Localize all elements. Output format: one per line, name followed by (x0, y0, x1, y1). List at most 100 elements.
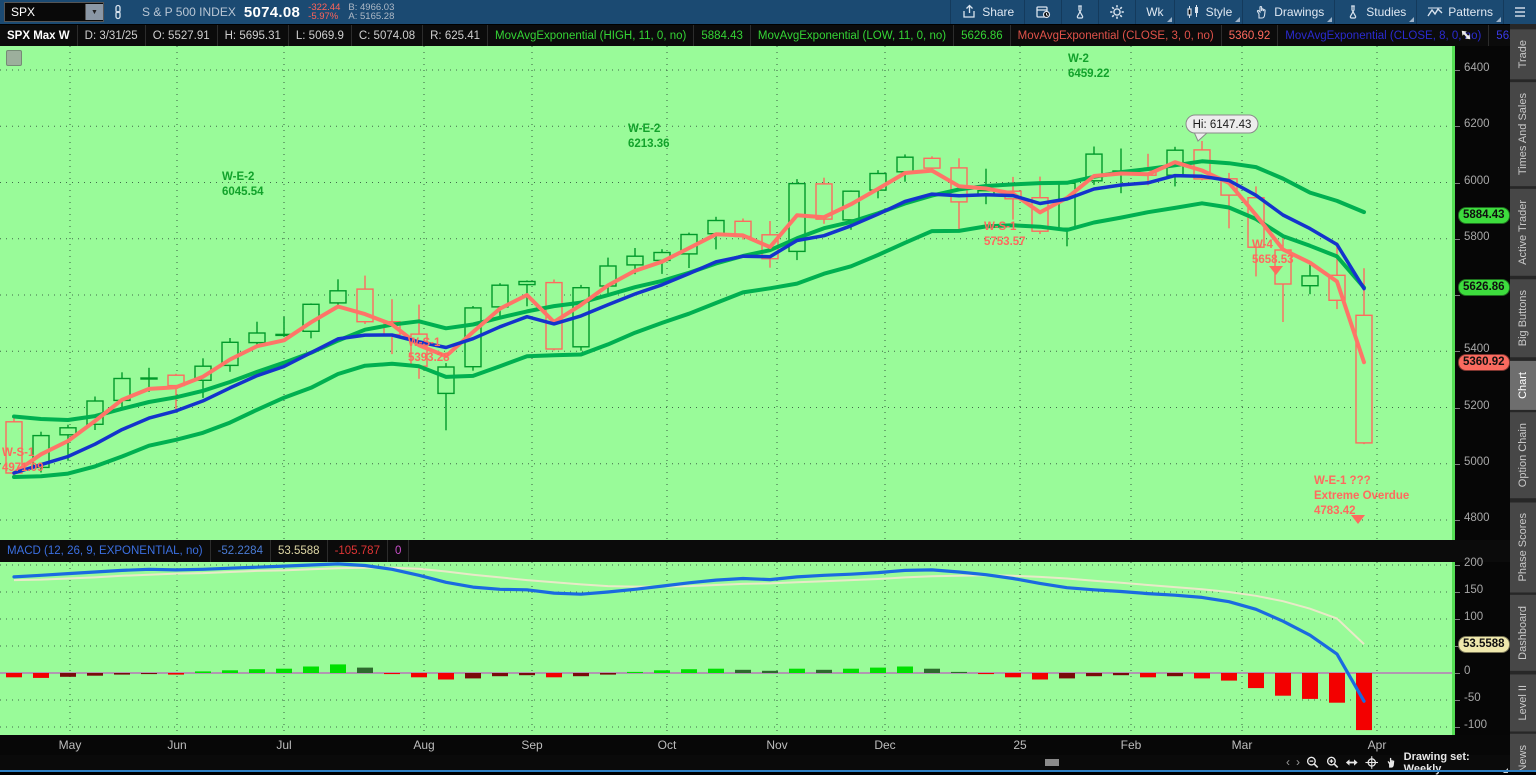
macd-histogram-bar (1194, 673, 1210, 679)
pan-left-button[interactable]: ‹ (1286, 756, 1290, 769)
horizontal-scrollbar-thumb[interactable] (1045, 759, 1059, 766)
axis-tick (1455, 619, 1460, 620)
macd-histogram-bar (114, 673, 130, 675)
symbol-input[interactable]: SPX (5, 5, 85, 19)
dropdown-indicator (1166, 17, 1172, 22)
macd-axis[interactable]: 200150100500-50-10053.5588 (1452, 557, 1513, 735)
study-cells: MovAvgExponential (HIGH, 11, 0, no) 5884.… (488, 25, 1510, 47)
macd-histogram-bar (708, 668, 724, 673)
price-change: -322.44 -5.97% (308, 2, 341, 22)
pan-right-button[interactable]: › (1296, 756, 1300, 769)
time-axis[interactable]: May Jun Jul Aug Sep Oct Nov Dec 25 Feb Mar Apr (0, 735, 1510, 755)
study-name-cell[interactable]: MovAvgExponential (HIGH, 11, 0, no) (488, 25, 695, 47)
macd-value-cell: -105.787 (328, 540, 388, 562)
pan-hand-icon[interactable] (1384, 755, 1398, 770)
time-axis-label: Mar (1231, 738, 1253, 752)
ohlc-cell: R: 625.41 (423, 25, 488, 47)
time-axis-label: Sep (521, 738, 543, 752)
symbol-combo[interactable]: SPX ▼ (4, 2, 104, 22)
sidebar-tab-option-chain[interactable]: Option Chain (1510, 412, 1536, 499)
status-bar: ‹ › Drawing set: Weekly (0, 751, 1510, 775)
study-name-cell[interactable]: MovAvgExponential (CLOSE, 3, 0, no) (1011, 25, 1222, 47)
candle-body (1355, 314, 1373, 444)
axis-tick (1455, 673, 1460, 674)
grid-menu-button[interactable] (1504, 0, 1536, 24)
macd-axis-label: 200 (1464, 557, 1484, 569)
macd-histogram-bar (141, 673, 157, 675)
macd-histogram-bar (168, 673, 184, 675)
sidebar-tab-chart[interactable]: Chart (1510, 360, 1536, 410)
cursor-tool-icon[interactable] (1456, 25, 1476, 45)
price-chart-canvas[interactable]: W-E-2 6045.54 W-E-2 6213.36 W-2 6459.22 W-S-1 5… (0, 46, 1452, 540)
calendar-button[interactable] (1025, 0, 1061, 24)
time-axis-label: Nov (766, 738, 788, 752)
axis-tick (1455, 70, 1460, 71)
timeframe-button[interactable]: Wk (1136, 0, 1173, 24)
ohlc-cell: C: 5074.08 (352, 25, 424, 47)
candle-body (707, 219, 725, 235)
macd-histogram-bar (87, 673, 103, 676)
sidebar-tab-times-and-sales[interactable]: Times And Sales (1510, 82, 1536, 187)
sidebar-tab-active-trader[interactable]: Active Trader (1510, 189, 1536, 277)
macd-histogram-bar (438, 673, 454, 680)
price-axis[interactable]: 6400620060005800560054005200500048005884… (1452, 46, 1513, 540)
macd-axis-label: 100 (1464, 611, 1484, 623)
sidebar-tab-trade[interactable]: Trade (1510, 29, 1536, 80)
axis-tick (1455, 408, 1460, 409)
settings-button[interactable] (1099, 0, 1135, 24)
macd-histogram-bar (1086, 673, 1102, 677)
macd-histogram-bar (222, 670, 238, 673)
sidebar-tab-big-buttons[interactable]: Big Buttons (1510, 279, 1536, 358)
gear-icon (1110, 5, 1125, 19)
sidebar-tab-level-ii[interactable]: Level II (1510, 673, 1536, 732)
macd-histogram-bar (735, 669, 751, 673)
ohlc-cell: O: 5527.91 (146, 25, 218, 47)
time-axis-label: 25 (1013, 738, 1027, 752)
macd-histogram-bar (978, 673, 994, 675)
crosshair-icon[interactable] (1365, 755, 1379, 770)
style-button[interactable]: Style (1175, 0, 1243, 24)
dropdown-indicator (1409, 17, 1415, 22)
sidebar-tab-live-news[interactable]: Live News (1510, 734, 1536, 770)
macd-histogram-bar (573, 673, 589, 677)
candle-body (437, 366, 455, 395)
time-axis-label: Feb (1120, 738, 1142, 752)
macd-histogram-bar (6, 673, 22, 678)
sidebar-tab-dashboard[interactable]: Dashboard (1510, 595, 1536, 671)
zoom-in-icon[interactable] (1326, 755, 1340, 770)
study-name-cell[interactable]: MovAvgExponential (LOW, 11, 0, no) (751, 25, 955, 47)
macd-histogram-bar (546, 673, 562, 678)
zoom-out-icon[interactable] (1306, 755, 1320, 770)
price-axis-label: 6000 (1464, 175, 1490, 187)
share-button[interactable]: Share (951, 0, 1024, 24)
wave-annotation: W-E-1 ??? (1314, 475, 1371, 487)
price-badge: 5626.86 (1458, 279, 1510, 296)
drawings-button[interactable]: Drawings (1243, 0, 1334, 24)
sidebar-tab-phase-scores[interactable]: Phase Scores (1510, 501, 1536, 593)
wave-annotation: W-S-1 (408, 337, 441, 349)
candle-body (248, 332, 266, 344)
wave-annotation: 4971.09 (2, 462, 44, 474)
macd-chart-canvas[interactable] (0, 562, 1452, 735)
hand-drawings-icon (1257, 5, 1266, 19)
macd-histogram-bar (654, 670, 670, 673)
time-axis-label: Jun (167, 738, 187, 752)
hi-tooltip-text: Hi: 6147.43 (1193, 119, 1252, 131)
macd-histogram-bar (357, 667, 373, 673)
wave-annotation: W-2 (1068, 53, 1089, 65)
axis-tick (1455, 565, 1460, 566)
link-channel-button[interactable] (104, 0, 132, 24)
macd-histogram-bar (627, 671, 643, 673)
wave-annotation: W-E-2 (628, 123, 660, 135)
patterns-button[interactable]: Patterns (1417, 0, 1503, 24)
studies-button[interactable]: Studies (1335, 0, 1416, 24)
wave-annotation: W-S-1 (2, 447, 35, 459)
fit-width-icon[interactable] (1345, 755, 1359, 770)
study-value-cell: 5360.92 (1222, 25, 1279, 47)
ohlc-cell: H: 5695.31 (218, 25, 289, 47)
symbol-dropdown-button[interactable]: ▼ (85, 4, 103, 20)
chart-grip[interactable] (6, 50, 22, 66)
macd-study-label[interactable]: MACD (12, 26, 9, EXPONENTIAL, no) (0, 540, 211, 562)
analyze-button[interactable] (1062, 0, 1098, 24)
chart-status-row: SPX Max W D: 3/31/25 O: 5527.91 H: 5695.31… (0, 24, 1510, 47)
